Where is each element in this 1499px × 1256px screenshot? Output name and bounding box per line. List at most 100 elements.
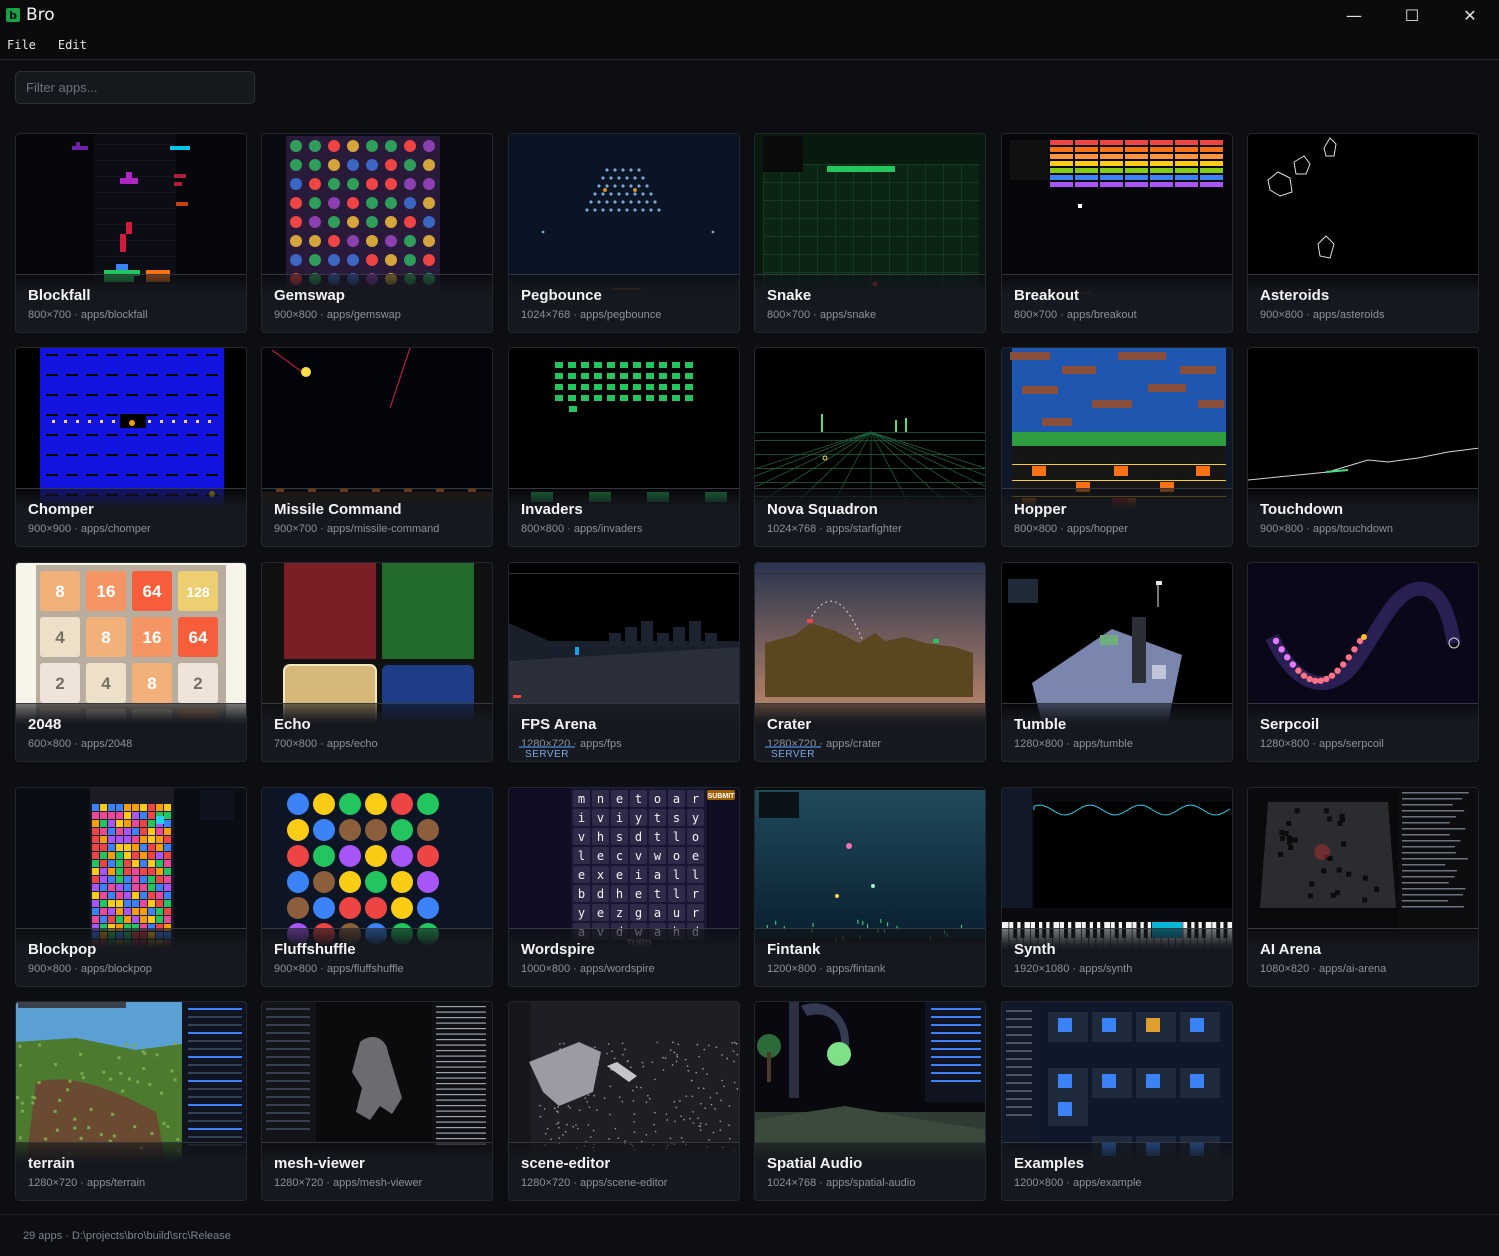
- app-card-info: scene-editor 1280×720 · apps/scene-editor: [509, 1142, 739, 1200]
- app-meta: 900×800 · apps/asteroids: [1260, 309, 1385, 321]
- app-thumbnail: [1248, 134, 1478, 294]
- app-card-examples[interactable]: Examples 1200×800 · apps/example: [1001, 1001, 1233, 1201]
- app-card-info: Blockpop 900×800 · apps/blockpop: [16, 928, 246, 986]
- close-button[interactable]: ✕: [1441, 0, 1499, 30]
- app-name: Fluffshuffle: [274, 941, 356, 958]
- letter-tile: o: [654, 792, 661, 806]
- menu-file[interactable]: File: [0, 38, 43, 52]
- app-card-fintank[interactable]: Fintank 1200×800 · apps/fintank: [754, 787, 986, 987]
- app-card-wordspire[interactable]: mnetoariviytsyvhsdtlolecvwoeexeiallbdhet…: [508, 787, 740, 987]
- app-card-ai-arena[interactable]: AI Arena 1080×820 · apps/ai-arena: [1247, 787, 1479, 987]
- app-card-blockpop[interactable]: Blockpop 900×800 · apps/blockpop: [15, 787, 247, 987]
- app-thumbnail: [755, 788, 985, 948]
- app-card-snake[interactable]: Snake 800×700 · apps/snake: [754, 133, 986, 333]
- letter-tile: m: [578, 792, 585, 806]
- app-card-invaders[interactable]: Invaders 800×800 · apps/invaders: [508, 347, 740, 547]
- app-thumbnail: [16, 134, 246, 294]
- letter-tile: a: [673, 792, 680, 806]
- menu-edit[interactable]: Edit: [51, 38, 94, 52]
- letter-tile: r: [692, 906, 699, 920]
- app-card-terrain[interactable]: terrain 1280×720 · apps/terrain: [15, 1001, 247, 1201]
- app-card-info: Spatial Audio 1024×768 · apps/spatial-aud…: [755, 1142, 985, 1200]
- app-card-missile-command[interactable]: Missile Command 900×700 · apps/missile-co…: [261, 347, 493, 547]
- tile-2048-value: 8: [101, 628, 110, 647]
- app-thumbnail: [16, 348, 246, 508]
- app-meta: 1280×720 · apps/terrain: [28, 1177, 146, 1189]
- letter-tile: d: [597, 887, 604, 901]
- letter-tile: y: [692, 811, 699, 825]
- letter-tile: b: [578, 887, 585, 901]
- app-card-pegbounce[interactable]: Pegbounce 1024×768 · apps/pegbounce: [508, 133, 740, 333]
- app-card-hopper[interactable]: Hopper 800×800 · apps/hopper: [1001, 347, 1233, 547]
- app-card-echo[interactable]: Echo 700×800 · apps/echo: [261, 562, 493, 762]
- app-name: 2048: [28, 716, 62, 733]
- app-meta: 1200×800 · apps/example: [1014, 1177, 1142, 1189]
- app-name: Spatial Audio: [767, 1155, 863, 1172]
- tile-2048-value: 8: [147, 674, 156, 693]
- app-card-chomper[interactable]: Chomper 900×900 · apps/chomper: [15, 347, 247, 547]
- menu-bar: File Edit: [0, 30, 1499, 60]
- app-card-gemswap[interactable]: Gemswap 900×800 · apps/gemswap: [261, 133, 493, 333]
- app-name: Crater: [767, 716, 812, 733]
- app-card-info: Fintank 1200×800 · apps/fintank: [755, 928, 985, 986]
- tile-2048-value: 16: [97, 582, 116, 601]
- app-thumbnail: [262, 788, 492, 948]
- app-meta: 800×700 · apps/blockfall: [28, 309, 148, 321]
- server-badge: SERVER: [765, 746, 821, 761]
- window-controls: — ☐ ✕: [1325, 0, 1499, 30]
- app-thumbnail: [262, 348, 492, 508]
- app-thumbnail: [509, 1002, 739, 1162]
- app-name: Tumble: [1014, 716, 1067, 733]
- app-name: Missile Command: [274, 501, 402, 518]
- tile-2048-value: 8: [55, 582, 64, 601]
- app-thumbnail: [1248, 348, 1478, 508]
- app-card-tumble[interactable]: Tumble 1280×800 · apps/tumble: [1001, 562, 1233, 762]
- letter-tile: l: [578, 849, 585, 863]
- app-meta: 800×800 · apps/hopper: [1014, 523, 1129, 535]
- app-name: Touchdown: [1260, 501, 1344, 518]
- app-card-info: Blockfall 800×700 · apps/blockfall: [16, 274, 246, 332]
- app-card-blockfall[interactable]: Blockfall 800×700 · apps/blockfall: [15, 133, 247, 333]
- app-thumbnail: [1002, 134, 1232, 294]
- app-card-touchdown[interactable]: Touchdown 900×800 · apps/touchdown: [1247, 347, 1479, 547]
- app-meta: 1920×1080 · apps/synth: [1014, 963, 1133, 975]
- letter-tile: c: [616, 849, 623, 863]
- app-name: Fintank: [767, 941, 821, 958]
- app-card-scene-editor[interactable]: scene-editor 1280×720 · apps/scene-editor: [508, 1001, 740, 1201]
- app-card-2048[interactable]: 8166412848166424822482048600×800 · apps/…: [15, 562, 247, 762]
- tile-2048-value: 16: [143, 628, 162, 647]
- app-thumbnail: [1002, 1002, 1232, 1162]
- letter-tile: r: [692, 887, 699, 901]
- letter-tile: e: [578, 868, 585, 882]
- app-thumbnail: mnetoariviytsyvhsdtlolecvwoeexeiallbdhet…: [509, 788, 739, 948]
- letter-tile: i: [635, 868, 642, 882]
- app-card-nova-squadron[interactable]: Nova Squadron 1024×768 · apps/starfighter: [754, 347, 986, 547]
- app-meta: 900×900 · apps/chomper: [28, 523, 151, 535]
- app-card-mesh-viewer[interactable]: mesh-viewer 1280×720 · apps/mesh-viewer: [261, 1001, 493, 1201]
- letter-tile: e: [616, 792, 623, 806]
- wordspire-submit-label: SUBMIT: [708, 793, 736, 800]
- app-card-serpcoil[interactable]: Serpcoil 1280×800 · apps/serpcoil: [1247, 562, 1479, 762]
- app-card-info: Pegbounce 1024×768 · apps/pegbounce: [509, 274, 739, 332]
- window-title: Bro: [26, 5, 55, 25]
- app-card-breakout[interactable]: Breakout 800×700 · apps/breakout: [1001, 133, 1233, 333]
- app-name: Serpcoil: [1260, 716, 1320, 733]
- letter-tile: v: [635, 849, 642, 863]
- minimize-button[interactable]: —: [1325, 0, 1383, 30]
- letter-tile: g: [635, 906, 642, 920]
- app-card-spatial-audio[interactable]: Spatial Audio 1024×768 · apps/spatial-aud…: [754, 1001, 986, 1201]
- letter-tile: a: [654, 868, 661, 882]
- app-card-asteroids[interactable]: Asteroids 900×800 · apps/asteroids: [1247, 133, 1479, 333]
- app-name: Examples: [1014, 1155, 1085, 1172]
- app-name: Blockpop: [28, 941, 97, 958]
- letter-tile: d: [635, 830, 642, 844]
- letter-tile: i: [616, 811, 623, 825]
- app-card-synth[interactable]: Synth 1920×1080 · apps/synth: [1001, 787, 1233, 987]
- app-card-crater[interactable]: Crater 1280×720 · apps/crater SERVER: [754, 562, 986, 762]
- maximize-button[interactable]: ☐: [1383, 0, 1441, 30]
- app-card-fps-arena[interactable]: FPS Arena 1280×720 · apps/fps SERVER: [508, 562, 740, 762]
- letter-tile: u: [673, 906, 680, 920]
- app-card-fluffshuffle[interactable]: Fluffshuffle 900×800 · apps/fluffshuffle: [261, 787, 493, 987]
- filter-input[interactable]: [15, 71, 255, 104]
- tile-2048-value: 128: [186, 584, 210, 600]
